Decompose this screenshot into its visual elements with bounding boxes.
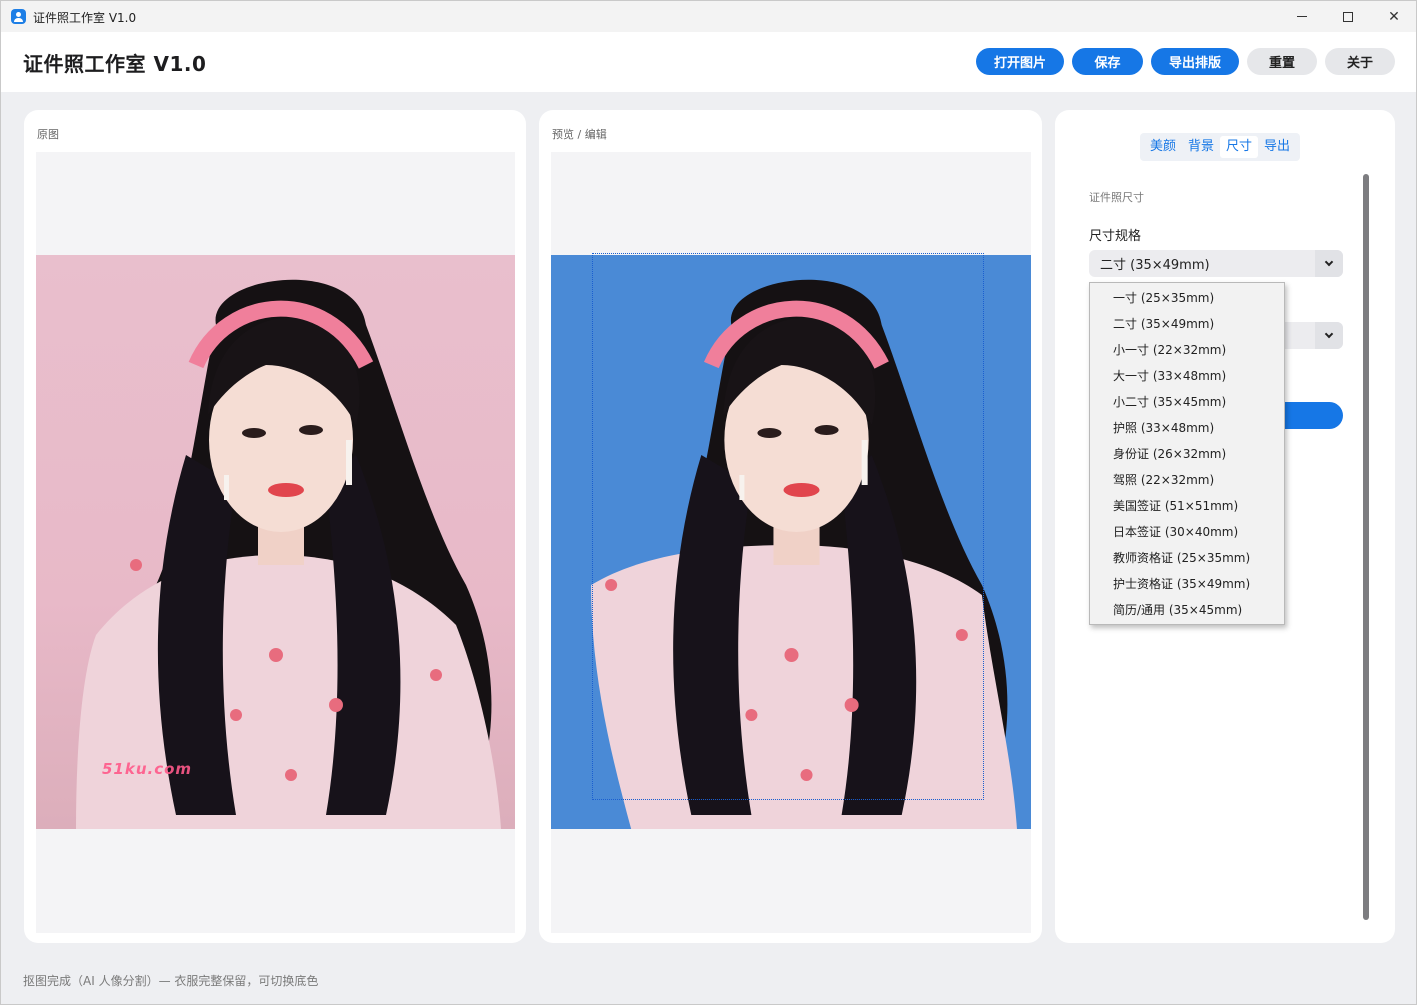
size-option[interactable]: 美国签证 (51×51mm): [1090, 493, 1284, 519]
original-panel: 原图 51ku.com: [24, 110, 526, 943]
size-option[interactable]: 二寸 (35×49mm): [1090, 311, 1284, 337]
app-header: 证件照工作室 V1.0 打开图片 保存 导出排版 重置 关于: [1, 32, 1416, 92]
apply-button[interactable]: [1283, 402, 1343, 429]
size-option[interactable]: 日本签证 (30×40mm): [1090, 519, 1284, 545]
app-logo-icon: [11, 9, 26, 24]
size-select-arrow[interactable]: [1315, 250, 1343, 277]
settings-scrollbar[interactable]: [1363, 174, 1369, 920]
size-option[interactable]: 大一寸 (33×48mm): [1090, 363, 1284, 389]
size-option[interactable]: 身份证 (26×32mm): [1090, 441, 1284, 467]
size-option[interactable]: 小二寸 (35×45mm): [1090, 389, 1284, 415]
app-window: 证件照工作室 V1.0 ✕ 证件照工作室 V1.0 打开图片 保存 导出排版 重…: [0, 0, 1417, 1005]
size-option[interactable]: 简历/通用 (35×45mm): [1090, 597, 1284, 623]
size-option[interactable]: 小一寸 (22×32mm): [1090, 337, 1284, 363]
status-text: 抠图完成（AI 人像分割）— 衣服完整保留，可切换底色: [23, 974, 319, 988]
size-select-value: 二寸 (35×49mm): [1100, 258, 1210, 273]
size-select[interactable]: 二寸 (35×49mm): [1089, 250, 1343, 277]
size-option[interactable]: 驾照 (22×32mm): [1090, 467, 1284, 493]
close-button[interactable]: ✕: [1371, 1, 1417, 32]
secondary-select-arrow[interactable]: [1315, 322, 1343, 349]
section-title: 证件照尺寸: [1089, 191, 1144, 204]
page-title: 证件照工作室 V1.0: [23, 52, 207, 76]
export-layout-button[interactable]: 导出排版: [1151, 48, 1239, 75]
original-panel-label: 原图: [37, 128, 59, 141]
title-bar: 证件照工作室 V1.0 ✕: [1, 1, 1416, 32]
crop-frame[interactable]: [592, 253, 984, 800]
close-icon: ✕: [1388, 8, 1400, 25]
portrait-figure: [76, 279, 501, 829]
window-title: 证件照工作室 V1.0: [33, 11, 137, 25]
open-image-button[interactable]: 打开图片: [976, 48, 1064, 75]
size-option[interactable]: 护照 (33×48mm): [1090, 415, 1284, 441]
tab-background[interactable]: 背景: [1182, 136, 1220, 158]
tab-export[interactable]: 导出: [1258, 136, 1296, 158]
tab-size[interactable]: 尺寸: [1220, 136, 1259, 158]
size-option[interactable]: 护士资格证 (35×49mm): [1090, 571, 1284, 597]
size-option[interactable]: 一寸 (25×35mm): [1090, 285, 1284, 311]
size-option[interactable]: 教师资格证 (25×35mm): [1090, 545, 1284, 571]
minimize-button[interactable]: [1279, 1, 1325, 32]
chevron-down-icon: [1324, 257, 1334, 267]
original-canvas: 51ku.com: [36, 152, 515, 933]
maximize-button[interactable]: [1325, 1, 1371, 32]
maximize-icon: [1343, 11, 1353, 22]
preview-canvas[interactable]: [551, 152, 1031, 933]
original-photo: 51ku.com: [36, 255, 515, 829]
settings-tabs: 美颜 背景 尺寸 导出: [1140, 133, 1301, 161]
tab-beauty[interactable]: 美颜: [1144, 136, 1182, 158]
preview-panel-label: 预览 / 编辑: [552, 128, 607, 141]
watermark-text: 51ku.com: [102, 760, 193, 778]
size-spec-label: 尺寸规格: [1089, 229, 1142, 244]
minimize-icon: [1297, 16, 1307, 17]
chevron-down-icon: [1324, 329, 1334, 339]
about-button[interactable]: 关于: [1325, 48, 1395, 75]
reset-button[interactable]: 重置: [1247, 48, 1317, 75]
save-button[interactable]: 保存: [1072, 48, 1143, 75]
preview-panel: 预览 / 编辑: [539, 110, 1042, 943]
size-dropdown-list: 一寸 (25×35mm) 二寸 (35×49mm) 小一寸 (22×32mm) …: [1089, 282, 1285, 625]
